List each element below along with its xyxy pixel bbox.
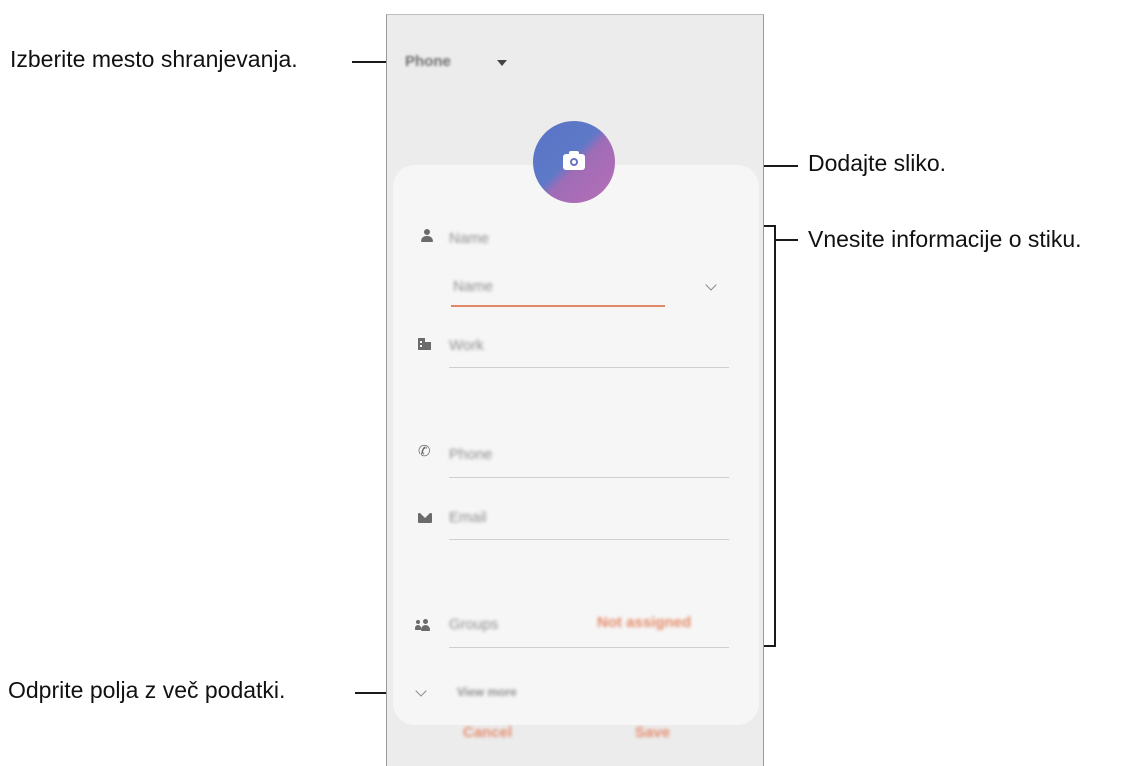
name-header-label: Name <box>449 230 490 247</box>
groups-label: Groups <box>449 616 499 633</box>
name-field-underline <box>451 305 665 307</box>
add-photo-button[interactable] <box>533 121 615 203</box>
person-icon <box>420 229 434 243</box>
cancel-button[interactable]: Cancel <box>463 724 512 741</box>
callout-more: Odprite polja z več podatki. <box>8 677 286 703</box>
email-field[interactable]: Email <box>449 509 487 526</box>
building-icon <box>418 337 432 351</box>
camera-icon <box>563 151 585 170</box>
callout-info: Vnesite informacije o stiku. <box>808 226 1082 252</box>
dropdown-caret-icon <box>497 60 507 66</box>
storage-label: Phone <box>405 53 451 70</box>
groups-value[interactable]: Not assigned <box>597 614 691 631</box>
work-field-underline <box>449 367 729 368</box>
view-more-link[interactable]: View more <box>457 685 517 699</box>
email-icon <box>418 511 432 525</box>
storage-selector[interactable]: Phone <box>405 53 507 70</box>
phone-field-underline <box>449 477 729 478</box>
work-field[interactable]: Work <box>449 337 484 354</box>
callout-info-line <box>776 239 798 241</box>
name-field[interactable]: Name <box>453 278 493 295</box>
phone-screen: Phone Name Name Work ✆ Phone Email Group… <box>386 14 764 766</box>
groups-underline <box>449 647 729 648</box>
contact-form-card <box>393 165 759 725</box>
callout-storage: Izberite mesto shranjevanja. <box>10 46 298 72</box>
callout-photo: Dodajte sliko. <box>808 150 947 176</box>
phone-icon: ✆ <box>418 443 431 460</box>
groups-icon <box>415 619 434 633</box>
save-button[interactable]: Save <box>635 724 670 741</box>
phone-field[interactable]: Phone <box>449 446 492 463</box>
email-field-underline <box>449 539 729 540</box>
